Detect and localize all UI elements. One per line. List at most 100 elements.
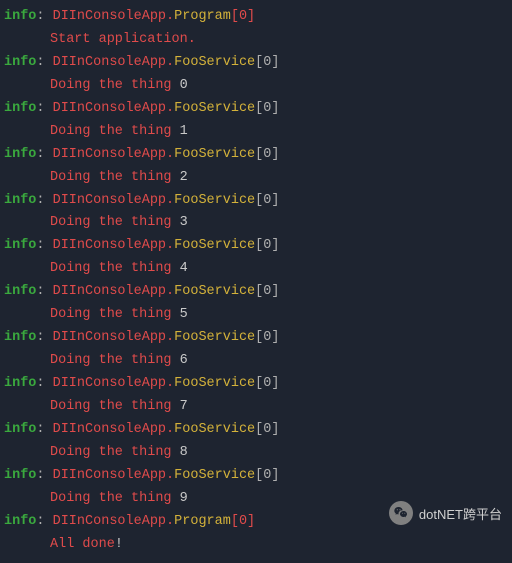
log-class: FooService [174,330,255,345]
log-header-line: info: DIInConsoleApp.Program[0] [4,6,508,29]
log-message: Doing the thing 5 [4,304,508,327]
log-namespace: DIInConsoleApp [53,468,166,483]
log-class: FooService [174,422,255,437]
log-namespace: DIInConsoleApp [53,147,166,162]
log-namespace: DIInConsoleApp [53,422,166,437]
log-colon: : [36,9,52,24]
log-header-line: info: DIInConsoleApp.FooService[0] [4,190,508,213]
log-level: info [4,193,36,208]
log-index: [0] [255,284,279,299]
log-message-text: Doing the thing [50,491,180,506]
log-message-text: Doing the thing [50,445,180,460]
log-namespace: DIInConsoleApp [53,238,166,253]
log-index: [0] [255,468,279,483]
log-level: info [4,376,36,391]
log-dot: . [166,330,174,345]
log-message-number: 5 [180,307,188,322]
log-dot: . [166,468,174,483]
log-message: Doing the thing 4 [4,258,508,281]
log-namespace: DIInConsoleApp [53,330,166,345]
log-index: [0] [231,514,255,529]
log-message-text: Doing the thing [50,215,180,230]
log-message-text: Doing the thing [50,399,180,414]
watermark: dotNET跨平台 [389,501,502,525]
log-index: [0] [255,376,279,391]
log-colon: : [36,330,52,345]
log-message: Start application. [4,29,508,52]
log-message-number: 2 [180,170,188,185]
log-dot: . [166,238,174,253]
log-index: [0] [255,422,279,437]
log-entry: info: DIInConsoleApp.FooService[0] Doing … [4,373,508,419]
log-level: info [4,238,36,253]
log-header-line: info: DIInConsoleApp.FooService[0] [4,465,508,488]
log-level: info [4,468,36,483]
log-level: info [4,9,36,24]
log-class: FooService [174,101,255,116]
log-message-number: 8 [180,445,188,460]
log-namespace: DIInConsoleApp [53,55,166,70]
log-index: [0] [255,330,279,345]
log-message-text: Doing the thing [50,307,180,322]
log-message-number: 7 [180,399,188,414]
console-output: info: DIInConsoleApp.Program[0]Start app… [0,0,512,563]
log-class: FooService [174,284,255,299]
log-header-line: info: DIInConsoleApp.FooService[0] [4,235,508,258]
log-dot: . [166,9,174,24]
log-dot: . [166,193,174,208]
log-message: Doing the thing 2 [4,167,508,190]
log-message-text: Doing the thing [50,170,180,185]
log-class: FooService [174,193,255,208]
log-index: [0] [255,55,279,70]
log-dot: . [166,514,174,529]
log-dot: . [166,101,174,116]
log-namespace: DIInConsoleApp [53,284,166,299]
log-colon: : [36,147,52,162]
log-colon: : [36,468,52,483]
log-level: info [4,422,36,437]
wechat-icon [389,501,413,525]
log-header-line: info: DIInConsoleApp.FooService[0] [4,373,508,396]
log-colon: : [36,55,52,70]
log-message-text: Doing the thing [50,124,180,139]
log-entry: info: DIInConsoleApp.FooService[0]Doing … [4,281,508,327]
log-entry: info: DIInConsoleApp.FooService[0]Doing … [4,144,508,190]
log-message-text: Doing the thing [50,353,180,368]
log-colon: : [36,238,52,253]
log-dot: . [166,147,174,162]
log-namespace: DIInConsoleApp [53,376,166,391]
log-message-number: 0 [180,78,188,93]
log-index: [0] [255,238,279,253]
log-message-text: Doing the thing [50,78,180,93]
log-class: Program [174,514,231,529]
log-header-line: info: DIInConsoleApp.FooService[0] [4,144,508,167]
log-class: FooService [174,147,255,162]
log-message: Doing the thing 1 [4,121,508,144]
log-dot: . [166,422,174,437]
log-level: info [4,330,36,345]
log-message: Doing the thing 8 [4,442,508,465]
log-message-text: Start application. [50,32,196,47]
log-class: FooService [174,468,255,483]
log-message-number: 4 [180,261,188,276]
log-dot: . [166,376,174,391]
log-index: [0] [255,101,279,116]
log-entry: info: DIInConsoleApp.FooService[0]Doing … [4,190,508,236]
log-message-number: 9 [180,491,188,506]
log-entry: info: DIInConsoleApp.Program[0] Start app… [4,6,508,52]
log-class: FooService [174,238,255,253]
log-colon: : [36,193,52,208]
log-message: All done! [4,534,508,557]
log-namespace: DIInConsoleApp [53,101,166,116]
log-entry: info: DIInConsoleApp.FooService[0]Doing … [4,52,508,98]
log-colon: : [36,376,52,391]
log-header-line: info: DIInConsoleApp.FooService[0] [4,327,508,350]
log-colon: : [36,284,52,299]
log-class: FooService [174,55,255,70]
log-message-number: 3 [180,215,188,230]
watermark-text: dotNET跨平台 [419,504,502,523]
log-message-text: All done [50,537,115,552]
log-entry: info: DIInConsoleApp.FooService[0]Doing … [4,419,508,465]
log-message: Doing the thing 0 [4,75,508,98]
log-message: Doing the thing 3 [4,212,508,235]
